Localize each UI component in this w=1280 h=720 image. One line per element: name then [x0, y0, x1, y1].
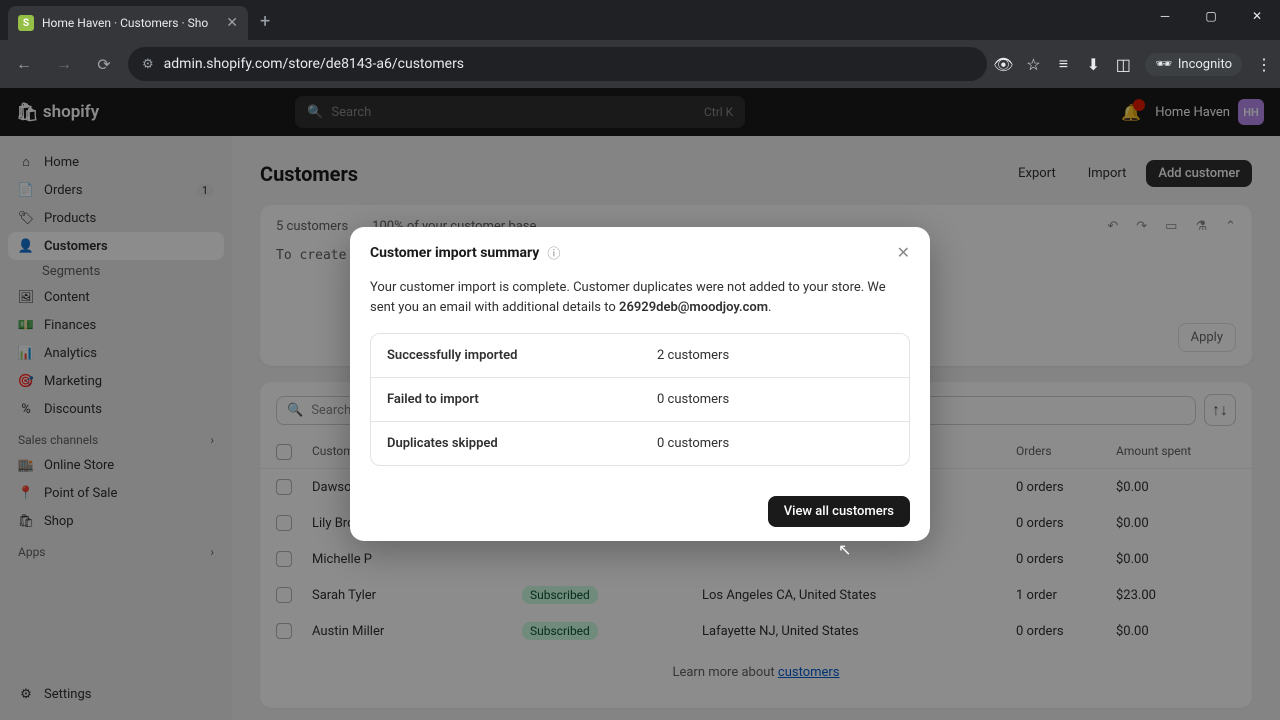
modal-description: Your customer import is complete. Custom… [370, 278, 910, 317]
media-icon[interactable]: ≡ [1055, 56, 1071, 72]
forward-button[interactable]: → [48, 48, 80, 80]
star-icon[interactable]: ☆ [1025, 56, 1041, 72]
site-settings-icon[interactable]: ⚙ [142, 57, 154, 72]
summary-row: Successfully imported 2 customers [371, 334, 909, 378]
modal-close-button[interactable]: ✕ [897, 243, 910, 262]
window-maximize-button[interactable]: ▢ [1188, 0, 1234, 32]
view-all-customers-button[interactable]: View all customers [768, 496, 910, 527]
browser-tab[interactable]: S Home Haven · Customers · Sho ✕ [8, 6, 248, 40]
new-tab-button[interactable]: + [248, 3, 282, 40]
download-icon[interactable]: ⬇ [1085, 56, 1101, 72]
reload-button[interactable]: ⟳ [88, 48, 120, 80]
address-bar[interactable]: ⚙ admin.shopify.com/store/de8143-a6/cust… [128, 47, 987, 81]
menu-icon[interactable]: ⋮ [1256, 56, 1272, 72]
info-icon[interactable]: ⓘ [547, 243, 560, 262]
tab-close-icon[interactable]: ✕ [226, 15, 238, 31]
window-close-button[interactable]: ✕ [1234, 0, 1280, 32]
browser-chrome: S Home Haven · Customers · Sho ✕ + ─ ▢ ✕… [0, 0, 1280, 88]
import-summary-modal: Customer import summary ⓘ ✕ Your custome… [350, 227, 930, 541]
import-summary-table: Successfully imported 2 customers Failed… [370, 333, 910, 466]
modal-email: 26929deb@moodjoy.com [619, 300, 768, 315]
url-text: admin.shopify.com/store/de8143-a6/custom… [164, 56, 464, 72]
summary-row: Failed to import 0 customers [371, 378, 909, 422]
window-minimize-button[interactable]: ─ [1142, 0, 1188, 32]
tab-title: Home Haven · Customers · Sho [42, 16, 218, 30]
back-button[interactable]: ← [8, 48, 40, 80]
eye-off-icon[interactable]: 👁 [995, 56, 1011, 72]
incognito-badge[interactable]: 🕶 Incognito [1145, 53, 1242, 76]
modal-title: Customer import summary [370, 245, 539, 261]
incognito-icon: 🕶 [1155, 57, 1172, 72]
shopify-favicon-icon: S [18, 15, 34, 31]
summary-row: Duplicates skipped 0 customers [371, 422, 909, 465]
panel-icon[interactable]: ◫ [1115, 56, 1131, 72]
